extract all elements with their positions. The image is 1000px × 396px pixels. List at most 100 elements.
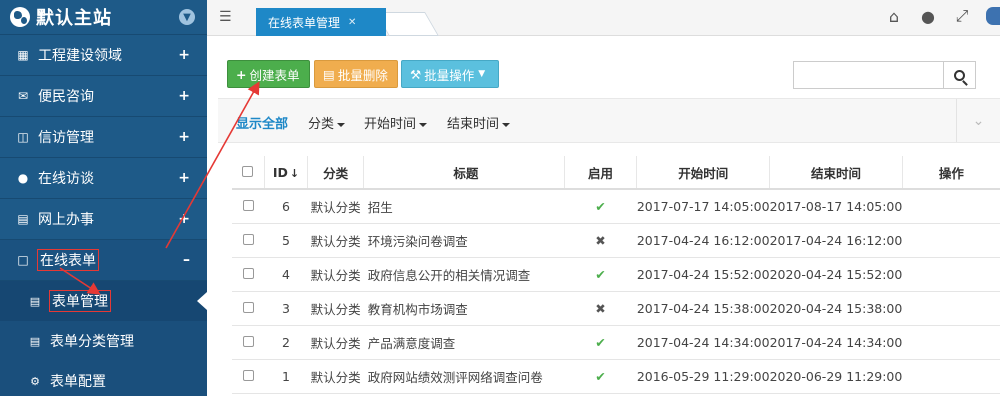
table-row[interactable]: 6 默认分类 招生 ✔ 2017-07-17 14:05:00 2017-08-17 14… <box>232 189 1000 224</box>
select-all-checkbox[interactable] <box>232 156 265 190</box>
cell-operations <box>902 189 1000 224</box>
row-checkbox[interactable] <box>232 257 265 292</box>
sidebar-item-online-forms[interactable]: □ 在线表单 – <box>0 240 207 281</box>
menu-toggle-icon[interactable]: ☰ <box>219 9 233 25</box>
list-icon: ▤ <box>29 294 41 308</box>
expand-icon[interactable]: + <box>178 129 190 145</box>
cell-id: 4 <box>264 257 308 292</box>
filter-start-time[interactable]: 开始时间 <box>364 113 428 132</box>
cell-end-time: 2017-08-17 14:05:00 <box>769 189 903 224</box>
sidebar-subitem-label: 表单管理 <box>49 290 111 312</box>
column-header-id[interactable]: ID ↓ <box>263 156 308 190</box>
sidebar-subitem-form-management[interactable]: ▤ 表单管理 <box>0 281 207 321</box>
sidebar-subitem-form-category[interactable]: ▤ 表单分类管理 <box>0 321 207 361</box>
check-icon[interactable]: ✔ <box>564 325 637 360</box>
cell-end-time: 2020-04-24 15:52:00 <box>769 257 903 292</box>
cell-category: 默认分类 <box>307 291 364 326</box>
batch-operations-button[interactable]: ⚒ 批量操作 ▼ <box>401 60 499 88</box>
sidebar-item-label: 网上办事 <box>38 212 94 228</box>
check-icon[interactable]: ✔ <box>564 189 637 224</box>
user-avatar-icon[interactable] <box>986 7 1000 25</box>
sidebar-item-interview[interactable]: ● 在线访谈 + <box>0 158 207 199</box>
top-icons: ⌂ ● ⤢ <box>884 6 1000 26</box>
row-checkbox[interactable] <box>232 291 265 326</box>
search-input[interactable] <box>793 61 944 89</box>
search-button[interactable] <box>943 61 976 89</box>
chevron-down-icon[interactable]: ▼ <box>179 9 195 25</box>
row-checkbox[interactable] <box>232 189 265 224</box>
cell-start-time: 2017-07-17 14:05:00 <box>636 189 770 224</box>
cross-icon[interactable]: ✖ <box>564 291 637 326</box>
caret-down-icon <box>419 122 428 127</box>
cell-operations <box>902 223 1000 258</box>
expand-icon[interactable]: + <box>178 170 190 186</box>
filter-category[interactable]: 分类 <box>308 113 346 132</box>
cell-category: 默认分类 <box>307 189 364 224</box>
cross-icon[interactable]: ✖ <box>564 223 637 258</box>
sidebar-subitem-label: 表单配置 <box>50 374 106 390</box>
collapse-icon[interactable]: – <box>183 252 190 268</box>
close-icon[interactable]: ✕ <box>348 17 356 28</box>
chat-icon[interactable]: ● <box>918 7 938 26</box>
sidebar-subitem-label: 表单分类管理 <box>50 334 134 350</box>
filter-end-time[interactable]: 结束时间 <box>447 113 511 132</box>
sidebar-item-label: 在线访谈 <box>38 171 94 187</box>
cell-title: 环境污染问卷调查 <box>363 223 565 258</box>
table-row[interactable]: 4 默认分类 政府信息公开的相关情况调查 ✔ 2017-04-24 15:52:00 20… <box>232 257 1000 292</box>
site-header[interactable]: 默认主站 ▼ <box>0 0 207 35</box>
filter-show-all[interactable]: 显示全部 <box>236 113 288 132</box>
sidebar-item-online-service[interactable]: ▤ 网上办事 + <box>0 199 207 240</box>
document-icon: □ <box>17 253 29 267</box>
cell-title: 政府网站绩效测评网络调查问卷 <box>363 359 565 394</box>
caret-down-icon <box>502 122 511 127</box>
row-checkbox[interactable] <box>232 359 265 394</box>
gear-icon: ⚙ <box>30 374 40 388</box>
sidebar-item-consult[interactable]: ✉ 便民咨询 + <box>0 76 207 117</box>
table-row[interactable]: 1 默认分类 政府网站绩效测评网络调查问卷 ✔ 2016-05-29 11:29:00 2… <box>232 359 1000 394</box>
cell-title: 教育机构市场调查 <box>363 291 565 326</box>
cell-start-time: 2017-04-24 16:12:00 <box>636 223 770 258</box>
cell-start-time: 2017-04-24 14:34:00 <box>636 325 770 360</box>
sidebar-item-label: 在线表单 <box>37 249 99 271</box>
check-icon[interactable]: ✔ <box>564 257 637 292</box>
table-row[interactable]: 5 默认分类 环境污染问卷调查 ✖ 2017-04-24 16:12:00 2017-04… <box>232 223 1000 258</box>
chevron-down-icon[interactable]: ⌄ <box>956 99 1000 142</box>
column-header-end-time: 结束时间 <box>769 156 903 190</box>
cell-start-time: 2017-04-24 15:52:00 <box>636 257 770 292</box>
cell-end-time: 2020-06-29 11:29:00 <box>769 359 903 394</box>
batch-delete-button[interactable]: ▤ 批量删除 <box>314 60 398 88</box>
table-row[interactable]: 3 默认分类 教育机构市场调查 ✖ 2017-04-24 15:38:00 2020-04… <box>232 291 1000 326</box>
gavel-icon: ⚒ <box>410 66 422 82</box>
column-header-enabled: 启用 <box>563 156 637 190</box>
cell-start-time: 2016-05-29 11:29:00 <box>636 359 770 394</box>
row-checkbox[interactable] <box>232 325 265 360</box>
expand-icon[interactable]: + <box>178 88 190 104</box>
create-form-button[interactable]: + 创建表单 <box>227 60 310 88</box>
cell-id: 5 <box>264 223 308 258</box>
sidebar-subitem-form-config[interactable]: ⚙ 表单配置 <box>0 361 207 396</box>
cell-operations <box>902 291 1000 326</box>
table-row[interactable]: 2 默认分类 产品满意度调查 ✔ 2017-04-24 14:34:00 2017-04-… <box>232 325 1000 360</box>
envelope-icon: ✉ <box>17 89 29 103</box>
column-header-operations: 操作 <box>901 156 1000 190</box>
sidebar-item-label: 便民咨询 <box>38 89 94 105</box>
cell-operations <box>902 257 1000 292</box>
microphone-icon: ● <box>17 171 29 185</box>
fullscreen-icon[interactable]: ⤢ <box>952 6 972 26</box>
site-title: 默认主站 <box>36 8 112 29</box>
search-icon <box>954 69 965 81</box>
tab-online-form-management[interactable]: 在线表单管理 ✕ <box>256 8 386 36</box>
check-icon[interactable]: ✔ <box>564 359 637 394</box>
expand-icon[interactable]: + <box>178 47 190 63</box>
sitemap-icon: ▤ <box>17 212 29 226</box>
expand-icon[interactable]: + <box>178 211 190 227</box>
tab-label: 在线表单管理 <box>268 15 341 30</box>
sidebar-item-engineering[interactable]: ▦ 工程建设领域 + <box>0 35 207 76</box>
row-checkbox[interactable] <box>232 223 265 258</box>
list-icon: ▤ <box>29 334 41 348</box>
sidebar-item-petition[interactable]: ◫ 信访管理 + <box>0 117 207 158</box>
home-icon[interactable]: ⌂ <box>884 7 904 26</box>
sidebar-item-label: 信访管理 <box>38 130 94 146</box>
globe-icon <box>10 7 30 27</box>
sidebar: 默认主站 ▼ ▦ 工程建设领域 + ✉ 便民咨询 + ◫ 信访管理 + ● 在线… <box>0 0 207 396</box>
